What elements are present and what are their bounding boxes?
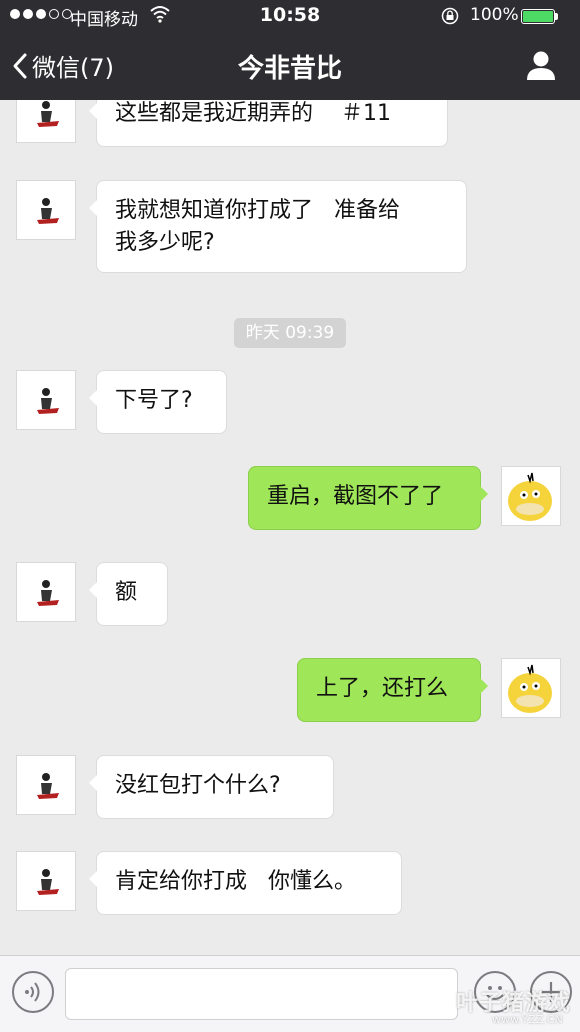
friend-avatar[interactable] [16,100,76,143]
message-input[interactable] [65,968,458,1020]
message-bubble-mine[interactable]: 上了，还打么 [297,658,488,722]
friend-avatar[interactable] [16,370,76,430]
friend-avatar[interactable] [16,851,76,911]
message-bubble[interactable]: 这些都是我近期弄的 ＃11 [89,100,448,147]
message-bubble-mine[interactable]: 重启，截图不了了 [248,466,488,530]
message-bubble[interactable]: 没红包打个什么? [89,755,334,819]
friend-avatar-image [37,773,59,799]
message-bubble[interactable]: 肯定给你打成 你懂么。 [89,851,402,915]
my-avatar[interactable] [501,466,561,526]
chat-area[interactable]: 这些都是我近期弄的 ＃11 我就想知道你打成了 准备给 我多少呢? 昨天 09:… [0,100,580,955]
voice-button[interactable] [12,971,54,1013]
my-avatar[interactable] [501,658,561,718]
friend-avatar-image [37,388,59,414]
psyduck-avatar-icon [508,664,552,713]
status-bar: 中国移动 10:58 100% [0,0,580,34]
message-bubble[interactable]: 额 [89,562,168,626]
message-bubble[interactable]: 下号了? [89,370,227,434]
psyduck-avatar-icon [508,472,552,521]
friend-avatar[interactable] [16,180,76,240]
rotation-lock-icon [441,7,459,25]
friend-avatar-image [37,198,59,224]
friend-avatar-image [37,101,59,127]
timestamp: 昨天 09:39 [234,318,346,348]
battery-percent: 100% [470,5,519,25]
navigation-bar: 微信(7) 今非昔比 [0,34,580,100]
voice-icon [25,982,40,1002]
message-bubble[interactable]: 我就想知道你打成了 准备给 我多少呢? [89,180,467,273]
friend-avatar[interactable] [16,755,76,815]
battery-icon [521,9,555,24]
friend-avatar[interactable] [16,562,76,622]
friend-avatar-image [37,580,59,606]
person-icon[interactable] [524,48,558,82]
watermark-url: www.YZZ.CN [492,1013,563,1026]
friend-avatar-image [37,869,59,895]
top-bar: 中国移动 10:58 100% 微信(7) 今非昔比 [0,0,580,100]
battery-tip [555,13,558,20]
chat-title: 今非昔比 [237,54,342,84]
